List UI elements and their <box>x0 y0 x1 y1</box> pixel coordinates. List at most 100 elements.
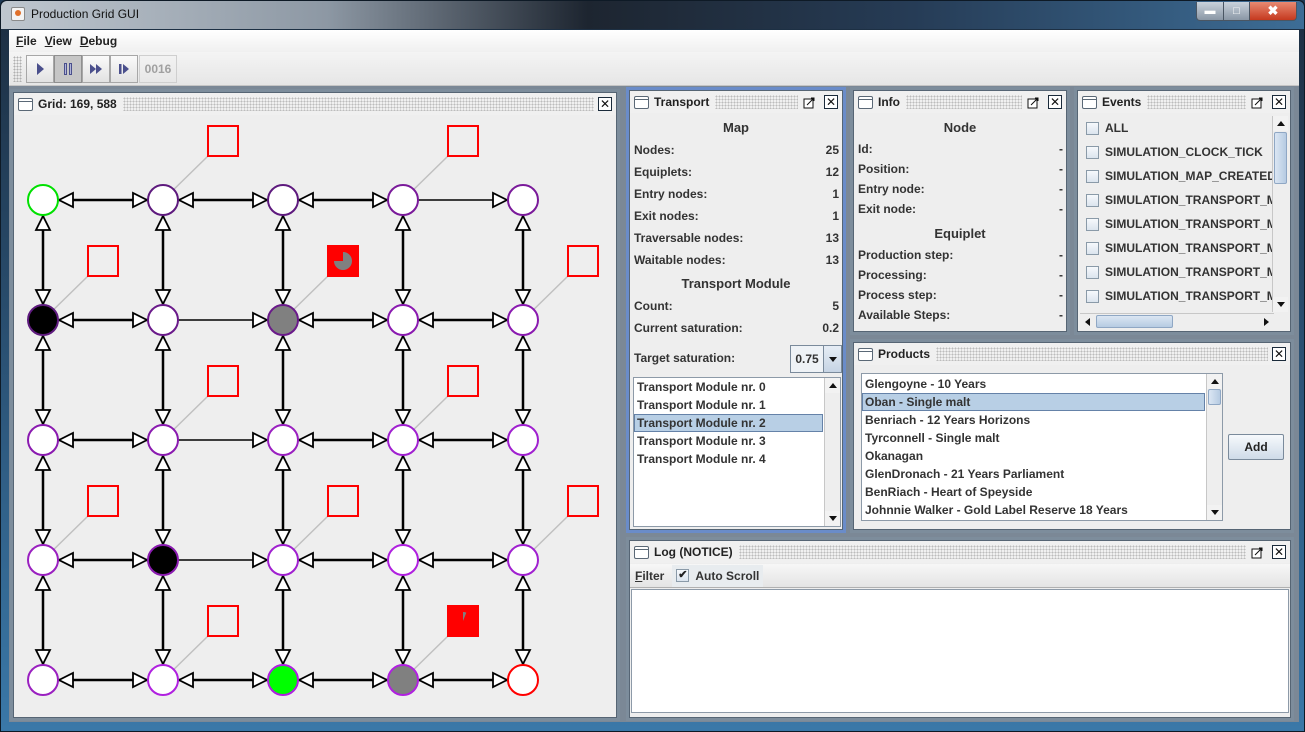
exit-node[interactable] <box>507 664 539 696</box>
grid-node[interactable] <box>147 424 179 456</box>
scroll-thumb[interactable] <box>1208 389 1221 405</box>
product-item[interactable]: Okanagan <box>862 447 1205 465</box>
event-filter-item[interactable]: SIMULATION_TRANSPORT_MC <box>1080 188 1274 212</box>
grid-node[interactable] <box>507 304 539 336</box>
module-list-scrollbar[interactable] <box>824 378 840 526</box>
transport-module-item[interactable]: Transport Module nr. 0 <box>634 378 823 396</box>
maximize-button[interactable]: □ <box>1223 2 1250 21</box>
events-panel-detach-button[interactable] <box>1250 95 1264 109</box>
step-button[interactable] <box>110 55 138 83</box>
event-filter-item[interactable]: ALL <box>1080 116 1274 140</box>
entry-node[interactable] <box>27 184 59 216</box>
log-output-area[interactable] <box>631 589 1289 713</box>
scroll-up-button[interactable] <box>1207 374 1222 389</box>
production-grid-canvas[interactable] <box>15 116 617 718</box>
events-horizontal-scrollbar[interactable] <box>1080 313 1274 329</box>
menu-debug[interactable]: Debug <box>79 34 124 48</box>
scroll-up-button[interactable] <box>825 378 840 393</box>
log-panel-close-button[interactable]: ✕ <box>1272 545 1286 559</box>
transport-module-item[interactable]: Transport Module nr. 2 <box>634 414 823 432</box>
play-button[interactable] <box>26 55 54 83</box>
event-filter-item[interactable]: SIMULATION_MAP_CREATED <box>1080 164 1274 188</box>
grid-panel-header[interactable]: Grid: 169, 588 ✕ <box>14 93 616 115</box>
products-panel-header[interactable]: Products ✕ <box>854 343 1290 365</box>
grid-node[interactable] <box>387 424 419 456</box>
grid-node[interactable] <box>27 544 59 576</box>
transport-module-item[interactable]: Transport Module nr. 4 <box>634 450 823 468</box>
drag-handle[interactable] <box>906 95 1022 109</box>
close-window-button[interactable]: ✖ <box>1249 2 1297 21</box>
equiplet[interactable] <box>327 485 359 517</box>
drag-handle[interactable] <box>738 545 1246 559</box>
log-panel-detach-button[interactable] <box>1250 545 1264 559</box>
event-filter-item[interactable]: SIMULATION_CLOCK_TICK <box>1080 140 1274 164</box>
drag-handle[interactable] <box>715 95 798 109</box>
scroll-down-button[interactable] <box>1207 505 1222 520</box>
equiplet[interactable] <box>567 485 599 517</box>
equiplet[interactable] <box>87 245 119 277</box>
product-item[interactable]: Johnnie Walker - Gold Label Reserve 18 Y… <box>862 501 1205 519</box>
events-panel-close-button[interactable]: ✕ <box>1272 95 1286 109</box>
pause-button[interactable] <box>54 55 82 83</box>
menu-view[interactable]: View <box>44 34 79 48</box>
scroll-left-button[interactable] <box>1080 314 1095 329</box>
grid-node[interactable] <box>507 184 539 216</box>
grid-node[interactable] <box>387 184 419 216</box>
transport-panel-header[interactable]: Transport ✕ <box>630 91 842 113</box>
dropdown-button[interactable] <box>823 346 841 372</box>
transport-module-list[interactable]: Transport Module nr. 0 Transport Module n… <box>633 377 841 527</box>
menu-file[interactable]: File <box>15 34 44 48</box>
grid-node[interactable] <box>147 304 179 336</box>
transport-module-item[interactable]: Transport Module nr. 3 <box>634 432 823 450</box>
grid-node[interactable] <box>267 304 299 336</box>
grid-node[interactable] <box>267 664 299 696</box>
scroll-right-button[interactable] <box>1259 314 1274 329</box>
grid-node[interactable] <box>147 544 179 576</box>
transport-module-item[interactable]: Transport Module nr. 1 <box>634 396 823 414</box>
products-panel-close-button[interactable]: ✕ <box>1272 347 1286 361</box>
log-panel-header[interactable]: Log (NOTICE) ✕ <box>630 541 1290 563</box>
equiplet[interactable] <box>447 125 479 157</box>
toolbar-grip[interactable] <box>13 56 22 82</box>
grid-node[interactable] <box>387 304 419 336</box>
product-item[interactable]: Benriach - 12 Years Horizons <box>862 411 1205 429</box>
grid-node[interactable] <box>267 184 299 216</box>
add-product-button[interactable]: Add <box>1228 434 1284 460</box>
product-item[interactable]: Glengoyne - 10 Years <box>862 375 1205 393</box>
transport-panel-close-button[interactable]: ✕ <box>824 95 838 109</box>
scroll-up-button[interactable] <box>1273 116 1288 131</box>
grid-node[interactable] <box>507 544 539 576</box>
drag-handle[interactable] <box>936 347 1268 361</box>
minimize-button[interactable]: ▬ <box>1196 2 1224 21</box>
title-bar[interactable]: Production Grid GUI ▬ □ ✖ <box>1 1 1304 29</box>
equiplet[interactable] <box>447 365 479 397</box>
product-item[interactable]: BenRiach - Heart of Speyside <box>862 483 1205 501</box>
equiplet[interactable] <box>567 245 599 277</box>
info-panel-header[interactable]: Info ✕ <box>854 91 1066 113</box>
equiplet[interactable] <box>207 125 239 157</box>
target-saturation-select[interactable]: 0.75 <box>790 345 842 373</box>
grid-panel-close-button[interactable]: ✕ <box>598 97 612 111</box>
info-panel-close-button[interactable]: ✕ <box>1048 95 1062 109</box>
grid-node[interactable] <box>27 304 59 336</box>
grid-node[interactable] <box>27 424 59 456</box>
scroll-down-button[interactable] <box>825 511 840 526</box>
products-list-scrollbar[interactable] <box>1206 374 1222 520</box>
scroll-thumb[interactable] <box>1274 132 1287 184</box>
grid-node[interactable] <box>507 424 539 456</box>
scroll-thumb[interactable] <box>1096 315 1173 328</box>
event-filter-item[interactable]: SIMULATION_TRANSPORT_MC <box>1080 284 1274 308</box>
events-panel-header[interactable]: Events ✕ <box>1078 91 1290 113</box>
transport-panel-detach-button[interactable] <box>802 95 816 109</box>
event-filter-item[interactable]: SIMULATION_TRANSPORT_MC <box>1080 260 1274 284</box>
event-filter-item[interactable]: SIMULATION_TRANSPORT_MC <box>1080 236 1274 260</box>
drag-handle[interactable] <box>1147 95 1246 109</box>
grid-node[interactable] <box>27 664 59 696</box>
grid-node[interactable] <box>387 544 419 576</box>
equiplet[interactable] <box>207 605 239 637</box>
grid-node[interactable] <box>147 184 179 216</box>
log-filter-button[interactable]: Filter <box>635 569 664 583</box>
product-item[interactable]: Oban - Single malt <box>862 393 1205 411</box>
equiplet[interactable] <box>87 485 119 517</box>
grid-node[interactable] <box>387 664 419 696</box>
